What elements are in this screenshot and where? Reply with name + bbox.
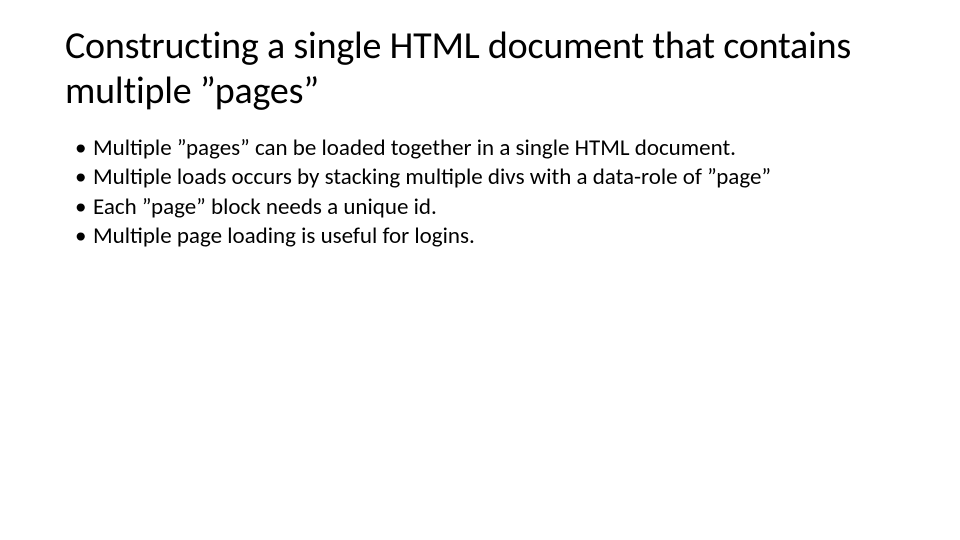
list-item: Multiple loads occurs by stacking multip…: [75, 163, 895, 192]
list-item: Multiple ”pages” can be loaded together …: [75, 134, 895, 163]
list-item: Each ”page” block needs a unique id.: [75, 193, 895, 222]
list-item: Multiple page loading is useful for logi…: [75, 222, 895, 251]
bullet-list: Multiple ”pages” can be loaded together …: [65, 134, 895, 252]
slide-title: Constructing a single HTML document that…: [65, 24, 895, 114]
